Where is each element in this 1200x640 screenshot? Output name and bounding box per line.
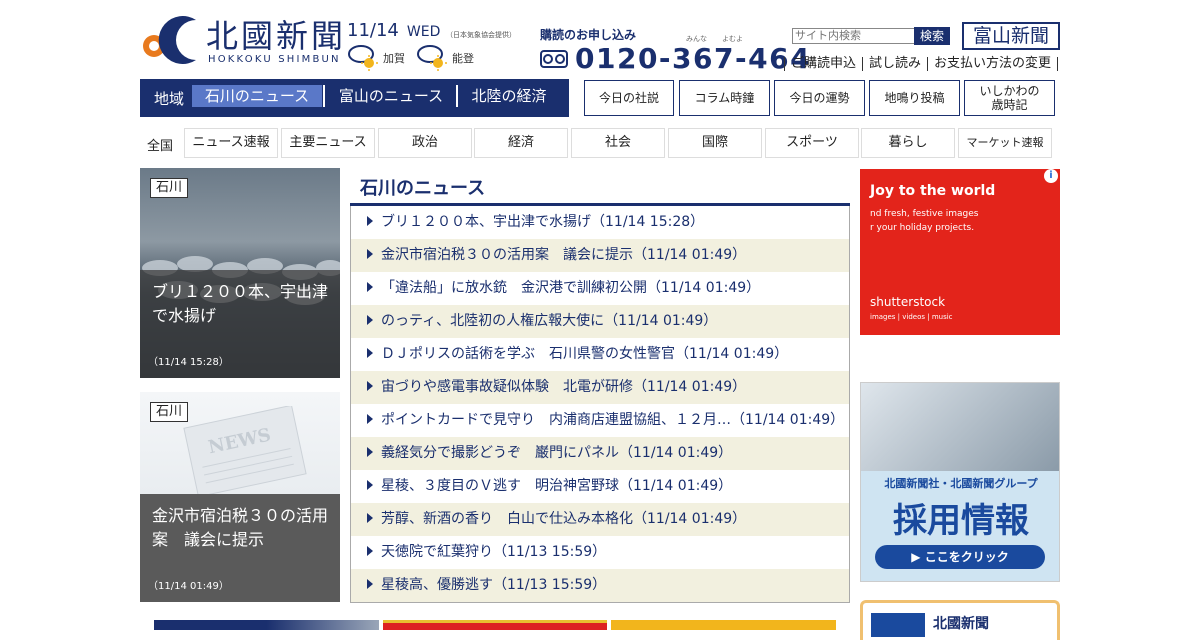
- cat-market-news[interactable]: マーケット速報: [958, 128, 1052, 158]
- tab-hokuriku-economy[interactable]: 北陸の経済: [459, 85, 559, 107]
- triangle-bullet-icon: [367, 315, 373, 325]
- subscribe-title: 購読のお申し込み: [540, 28, 637, 42]
- cloud-sun-icon: [417, 45, 447, 71]
- recruit-ad[interactable]: 北國新聞社・北國新聞グループ 採用情報 ▶ ここをクリック: [860, 382, 1060, 582]
- triangle-bullet-icon: [367, 216, 373, 226]
- hokkoku-logo-icon: [871, 613, 925, 637]
- logo-mark-icon[interactable]: [140, 16, 198, 64]
- card-caption: ブリ１２００本、宇出津で水揚げ （11/14 15:28）: [140, 270, 340, 378]
- reader-post-button[interactable]: 地鳴り投稿: [869, 80, 960, 116]
- editorial-button[interactable]: 今日の社説: [584, 80, 674, 116]
- list-item[interactable]: 義経気分で撮影どうぞ 巌門にパネル（11/14 01:49）: [351, 437, 849, 470]
- newspaper-icon: NEWS: [183, 406, 307, 496]
- bottom-banner[interactable]: [154, 620, 379, 630]
- fortune-button[interactable]: 今日の運勢: [774, 80, 865, 116]
- ad-subtext: nd fresh, festive images r your holiday p…: [870, 209, 979, 233]
- triangle-bullet-icon: [367, 348, 373, 358]
- region-label: 地域: [154, 90, 185, 108]
- search-button[interactable]: 検索: [914, 27, 950, 45]
- subscribe-link[interactable]: ご購読申込: [784, 57, 862, 71]
- column-jisho-button[interactable]: コラム時鐘: [679, 80, 770, 116]
- trial-link[interactable]: 試し読み: [862, 57, 927, 71]
- logo-title[interactable]: 北國新聞: [206, 16, 346, 56]
- phone-number[interactable]: 0120-367-464: [575, 42, 811, 75]
- payment-change-link[interactable]: お支払い方法の変更: [927, 57, 1059, 71]
- ad-info-icon[interactable]: i: [1044, 169, 1058, 183]
- ad-title: 採用情報: [893, 501, 1029, 541]
- list-item[interactable]: ＤＪポリスの話術を学ぶ 石川県警の女性警官（11/14 01:49）: [351, 338, 849, 371]
- card-title[interactable]: ブリ１２００本、宇出津で水揚げ: [140, 270, 340, 328]
- list-item[interactable]: 「違法船」に放水銃 金沢港で訓練初公開（11/14 01:49）: [351, 272, 849, 305]
- card-title[interactable]: 金沢市宿泊税３０の活用案 議会に提示: [140, 494, 340, 552]
- card-time: （11/14 15:28）: [148, 357, 229, 368]
- triangle-bullet-icon: [367, 579, 373, 589]
- ad-click-button[interactable]: ▶ ここをクリック: [875, 545, 1045, 569]
- triangle-bullet-icon: [367, 513, 373, 523]
- cat-living[interactable]: 暮らし: [861, 128, 955, 158]
- tab-divider: [456, 85, 458, 107]
- weather-noto[interactable]: 能登: [416, 44, 474, 72]
- cloud-sun-icon: [348, 45, 378, 71]
- ishikawa-almanac-button[interactable]: いしかわの 歳時記: [964, 80, 1055, 116]
- feature-card[interactable]: 石川 ブリ１２００本、宇出津で水揚げ （11/14 15:28）: [140, 168, 340, 378]
- list-item[interactable]: 宙づりや感電事故疑似体験 北電が研修（11/14 01:49）: [351, 371, 849, 404]
- banner-title: 北國新聞: [933, 616, 989, 632]
- list-item[interactable]: 星稜、３度目のＶ逃す 明治神宮野球（11/14 01:49）: [351, 470, 849, 503]
- cat-breaking-news[interactable]: ニュース速報: [184, 128, 278, 158]
- triangle-bullet-icon: [367, 447, 373, 457]
- list-item[interactable]: 天徳院で紅葉狩り（11/13 15:59）: [351, 536, 849, 569]
- region-badge: 石川: [150, 402, 189, 422]
- tab-ishikawa-news[interactable]: 石川のニュース: [192, 85, 322, 107]
- card-time: （11/14 01:49）: [148, 581, 229, 592]
- ad-tagline: images | videos | music: [870, 313, 953, 321]
- freedial-icon: [540, 50, 568, 68]
- list-item[interactable]: 金沢市宿泊税３０の活用案 議会に提示（11/14 01:49）: [351, 239, 849, 272]
- news-list: ブリ１２００本、宇出津で水揚げ（11/14 15:28） 金沢市宿泊税３０の活用…: [350, 206, 850, 603]
- news-section-title: 石川のニュース: [360, 178, 486, 199]
- bottom-banner[interactable]: [611, 620, 836, 630]
- list-item[interactable]: 芳醇、新酒の香り 白山で仕込み本格化（11/14 01:49）: [351, 503, 849, 536]
- weather-source[interactable]: （日本気象協会提供）: [446, 30, 516, 40]
- cat-society[interactable]: 社会: [571, 128, 665, 158]
- cat-economy[interactable]: 経済: [474, 128, 568, 158]
- region-badge: 石川: [150, 178, 189, 198]
- card-caption: 金沢市宿泊税３０の活用案 議会に提示 （11/14 01:49）: [140, 494, 340, 602]
- triangle-bullet-icon: [367, 249, 373, 259]
- ad-photo: [861, 383, 1059, 471]
- category-all-label[interactable]: 全国: [147, 135, 173, 154]
- list-item[interactable]: 星稜高、優勝逃す（11/13 15:59）: [351, 569, 849, 602]
- logo-subtitle: HOKKOKU SHIMBUN: [208, 54, 341, 65]
- ad-headline: Joy to the world: [870, 183, 996, 199]
- tab-toyama-news[interactable]: 富山のニュース: [326, 85, 456, 107]
- feature-card[interactable]: NEWS 石川 金沢市宿泊税３０の活用案 議会に提示 （11/14 01:49）: [140, 392, 340, 602]
- weather-kaga[interactable]: 加賀: [347, 44, 405, 72]
- triangle-bullet-icon: [367, 480, 373, 490]
- triangle-bullet-icon: [367, 546, 373, 556]
- shutterstock-ad[interactable]: Joy to the world nd fresh, festive image…: [860, 169, 1060, 335]
- cat-top-news[interactable]: 主要ニュース: [281, 128, 375, 158]
- triangle-bullet-icon: [367, 414, 373, 424]
- toyama-shimbun-button[interactable]: 富山新聞: [962, 22, 1060, 50]
- list-item[interactable]: ポイントカードで見守り 内浦商店連盟協組、１２月…（11/14 01:49）: [351, 404, 849, 437]
- ad-brand: shutterstock: [870, 295, 946, 309]
- top-links: ご購読申込 試し読み お支払い方法の変更: [784, 57, 1059, 71]
- list-item[interactable]: のっティ、北陸初の人権広報大使に（11/14 01:49）: [351, 305, 849, 338]
- tab-divider: [323, 85, 325, 107]
- bottom-banner[interactable]: [383, 620, 607, 630]
- list-item[interactable]: ブリ１２００本、宇出津で水揚げ（11/14 15:28）: [351, 206, 849, 239]
- ad-company: 北國新聞社・北國新聞グループ: [884, 477, 1038, 490]
- cat-politics[interactable]: 政治: [378, 128, 472, 158]
- date-display: 11/14 WED: [347, 20, 441, 41]
- cat-sports[interactable]: スポーツ: [765, 128, 859, 158]
- triangle-bullet-icon: [367, 282, 373, 292]
- cat-international[interactable]: 国際: [668, 128, 762, 158]
- hokkoku-banner[interactable]: 北國新聞: [860, 600, 1060, 640]
- triangle-bullet-icon: [367, 381, 373, 391]
- search-input[interactable]: [792, 28, 918, 44]
